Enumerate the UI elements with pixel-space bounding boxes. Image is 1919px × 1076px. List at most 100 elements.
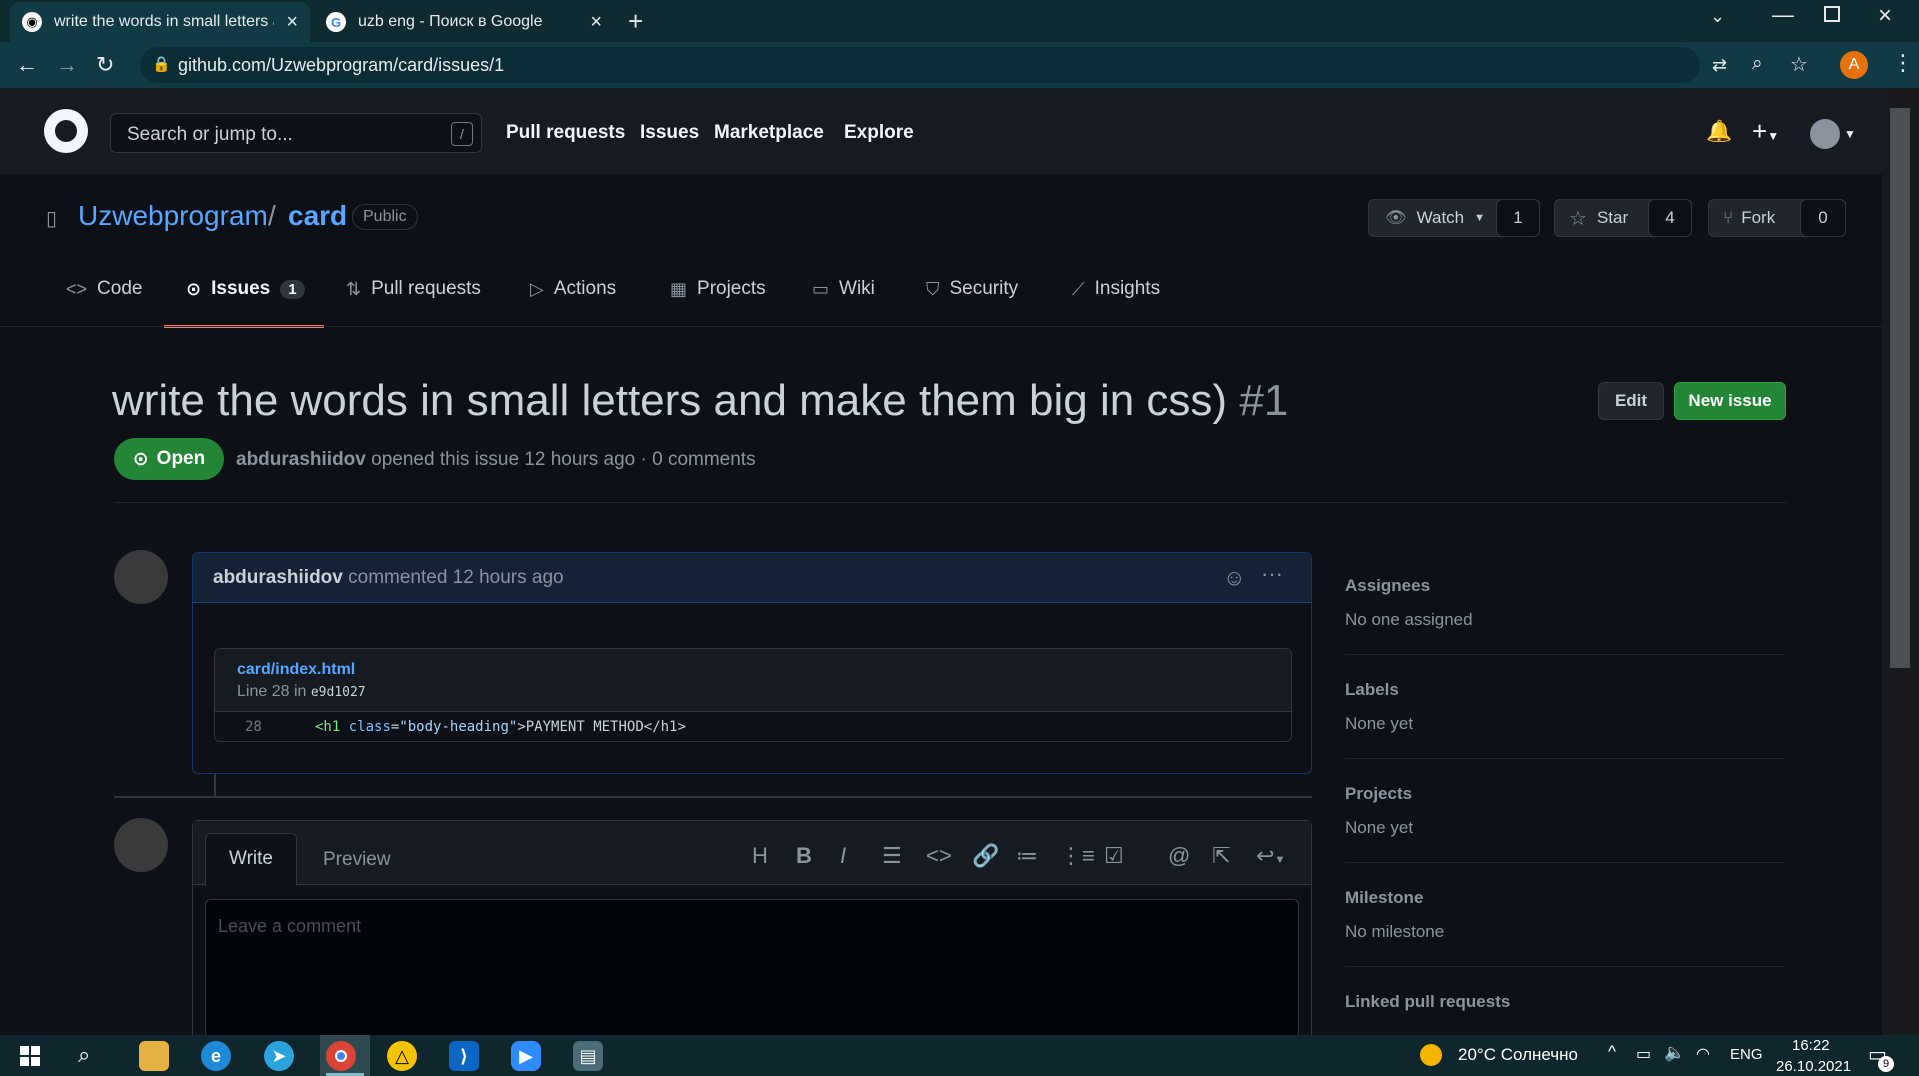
windows-start-icon[interactable] — [20, 1046, 40, 1066]
forward-icon[interactable]: → — [56, 52, 78, 78]
bulleted-list-icon[interactable]: ≔ — [1016, 843, 1038, 869]
tab-search-icon[interactable]: ⌄ — [1710, 6, 1725, 27]
comment-textarea[interactable]: Leave a comment — [205, 899, 1299, 1039]
fork-label: Fork — [1741, 208, 1776, 227]
quote-icon[interactable]: ☰ — [882, 843, 902, 869]
telegram-icon[interactable]: ➤ — [264, 1041, 294, 1071]
linked-pull-requests-heading[interactable]: Linked pull requests — [1345, 992, 1510, 1012]
close-icon[interactable]: × — [286, 11, 298, 34]
tab-pull-requests[interactable]: ⇅ Pull requests — [346, 278, 481, 300]
browser-tab[interactable]: G uzb eng - Поиск в Google × — [314, 2, 614, 42]
fork-icon: ⑂ — [1723, 208, 1734, 227]
battery-icon[interactable]: ▭ — [1636, 1044, 1651, 1064]
tab-wiki[interactable]: ▭ Wiki — [812, 278, 875, 300]
tab-projects[interactable]: ▦ Projects — [670, 278, 766, 300]
zoom-icon[interactable]: ▶ — [511, 1041, 541, 1071]
kebab-icon[interactable]: ··· — [1261, 561, 1283, 587]
avatar[interactable] — [114, 818, 168, 872]
watch-count[interactable]: 1 — [1496, 199, 1540, 237]
search-input[interactable]: Search or jump to... / — [110, 113, 482, 153]
fork-count[interactable]: 0 — [1800, 199, 1846, 237]
labels-heading[interactable]: Labels — [1345, 680, 1399, 700]
nav-explore[interactable]: Explore — [844, 122, 914, 144]
profile-avatar[interactable]: A — [1840, 51, 1868, 79]
assignees-heading[interactable]: Assignees — [1345, 576, 1430, 596]
browser-tab-active[interactable]: ◉ write the words in small letters ar × — [10, 2, 310, 42]
repo-name-link[interactable]: card — [288, 200, 347, 232]
reply-icon[interactable]: ↩▼ — [1256, 843, 1285, 869]
cross-reference-icon[interactable]: ⇱ — [1212, 843, 1230, 869]
volume-icon[interactable]: 🔈 — [1664, 1043, 1685, 1063]
issue-author-link[interactable]: abdurashiidov — [236, 449, 366, 470]
shield-icon: ⛉ — [926, 278, 940, 299]
tab-preview[interactable]: Preview — [323, 849, 391, 871]
restore-icon[interactable] — [1824, 6, 1840, 22]
url-field[interactable]: 🔒 github.com/Uzwebprogram/card/issues/1 — [140, 47, 1700, 83]
language-indicator[interactable]: ENG — [1730, 1046, 1763, 1063]
tab-issues[interactable]: ⊙ Issues 1 — [186, 278, 305, 300]
file-link[interactable]: card/index.html — [237, 661, 355, 679]
star-count[interactable]: 4 — [1648, 199, 1692, 237]
user-avatar[interactable] — [1810, 119, 1840, 149]
link-icon[interactable]: 🔗 — [972, 843, 999, 869]
tab-insights[interactable]: ⟋ Insights — [1072, 278, 1160, 300]
network-app-icon[interactable]: ▤ — [573, 1041, 603, 1071]
wifi-icon[interactable]: ◠ — [1696, 1044, 1710, 1064]
scrollbar-thumb[interactable] — [1890, 108, 1910, 668]
code-icon[interactable]: <> — [926, 843, 952, 869]
italic-icon[interactable]: I — [840, 843, 846, 869]
tab-actions[interactable]: ▷ Actions — [530, 278, 616, 300]
warning-app-icon[interactable]: △ — [387, 1041, 417, 1071]
numbered-list-icon[interactable]: ⋮≡ — [1060, 843, 1095, 869]
issue-opened-icon: ⊙ — [132, 448, 149, 470]
chevron-down-icon: ▼ — [1474, 212, 1486, 224]
mention-icon[interactable]: @ — [1168, 843, 1190, 869]
line-number: 28 — [245, 719, 262, 735]
clock-time[interactable]: 16:22 — [1792, 1037, 1830, 1054]
comment-author-link[interactable]: abdurashiidov — [213, 567, 343, 588]
tab-security[interactable]: ⛉ Security — [926, 278, 1018, 300]
nav-issues[interactable]: Issues — [640, 122, 699, 144]
milestone-heading[interactable]: Milestone — [1345, 888, 1423, 908]
projects-heading[interactable]: Projects — [1345, 784, 1412, 804]
nav-marketplace[interactable]: Marketplace — [714, 122, 824, 144]
line-info-text: Line 28 in — [237, 683, 307, 700]
heading-icon[interactable]: H — [752, 843, 768, 869]
new-issue-button[interactable]: New issue — [1674, 382, 1786, 420]
bookmark-star-icon[interactable]: ☆ — [1790, 52, 1808, 77]
weather-text[interactable]: 20°C Солнечно — [1458, 1045, 1578, 1065]
new-tab-icon[interactable]: + — [628, 6, 643, 37]
close-window-icon[interactable]: × — [1878, 2, 1892, 30]
smiley-icon[interactable]: ☺ — [1223, 565, 1245, 591]
avatar[interactable] — [114, 550, 168, 604]
edge-icon[interactable]: e — [201, 1041, 231, 1071]
task-list-icon[interactable]: ☑ — [1104, 843, 1124, 869]
zoom-icon[interactable]: ⌕ — [1752, 53, 1763, 75]
github-logo-icon[interactable] — [44, 109, 88, 153]
search-icon[interactable]: ⌕ — [78, 1042, 90, 1068]
reload-icon[interactable]: ↻ — [96, 52, 114, 78]
nav-pull-requests[interactable]: Pull requests — [506, 122, 625, 144]
close-icon[interactable]: × — [590, 11, 602, 34]
clock-date[interactable]: 26.10.2021 — [1776, 1058, 1851, 1075]
bell-icon[interactable]: 🔔 — [1706, 120, 1732, 144]
chevron-down-icon[interactable]: ▼ — [1844, 127, 1856, 141]
chrome-menu-icon[interactable]: ⋮ — [1892, 50, 1914, 76]
chevron-up-icon[interactable]: ^ — [1608, 1042, 1616, 1062]
create-new-icon[interactable]: +▼ — [1752, 116, 1779, 147]
tab-write[interactable]: Write — [205, 833, 297, 886]
back-icon[interactable]: ← — [16, 52, 38, 78]
vscode-icon[interactable]: ⟩ — [449, 1041, 479, 1071]
repo-owner-link[interactable]: Uzwebprogram — [78, 200, 268, 232]
divider — [1345, 654, 1785, 655]
commit-sha[interactable]: e9d1027 — [311, 685, 366, 700]
translate-icon[interactable]: ⇄ — [1712, 55, 1727, 76]
tab-code[interactable]: <> Code — [66, 278, 142, 300]
status-label: Open — [156, 448, 206, 469]
page-scrollbar[interactable] — [1882, 88, 1919, 1035]
edit-button[interactable]: Edit — [1598, 382, 1664, 420]
file-explorer-icon[interactable] — [139, 1041, 169, 1071]
bold-icon[interactable]: B — [796, 843, 812, 869]
minimize-icon[interactable]: — — [1772, 2, 1794, 28]
chrome-icon[interactable] — [326, 1041, 356, 1071]
